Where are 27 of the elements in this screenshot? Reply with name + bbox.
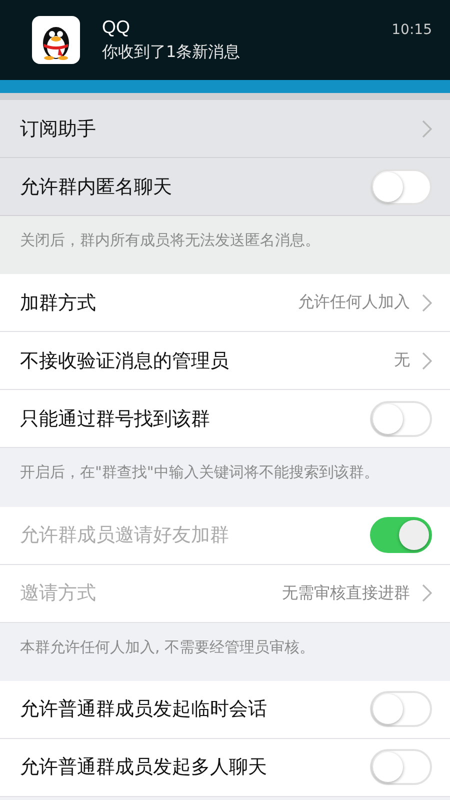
settings-row[interactable]: 加群方式 允许任何人加入 [0, 274, 450, 332]
chevron-icon [422, 352, 432, 370]
settings-row[interactable]: 订阅助手 [0, 100, 450, 158]
row-label: 不接收验证消息的管理员 [20, 348, 230, 374]
notification-message: 你收到了1条新消息 [102, 42, 242, 63]
row-label: 只能通过群号找到该群 [20, 406, 211, 432]
row-label: 加群方式 [20, 290, 97, 316]
settings-row[interactable]: 不接收验证消息的管理员 无 [0, 332, 450, 390]
notification-banner[interactable]: QQ 你收到了1条新消息 10:15 [0, 0, 450, 80]
chevron-icon [422, 584, 432, 602]
chevron-icon [422, 294, 432, 312]
row-label: 允许群内匿名聊天 [20, 174, 173, 200]
notification-time: 10:15 [392, 22, 432, 38]
chevron-icon [422, 120, 432, 138]
row-label: 订阅助手 [20, 116, 97, 142]
app-name: QQ [102, 17, 132, 38]
row-value: 无需审核直接进群 [282, 582, 410, 604]
row-label: 允许普通群成员发起临时会话 [20, 697, 268, 722]
row-label: 允许普通群成员发起多人聊天 [20, 755, 268, 780]
hint-text: 关闭后，群内所有成员将无法发送匿名消息。 [20, 231, 320, 249]
hint-text: 本群允许任何人加入, 不需要经管理员审核。 [20, 638, 315, 656]
row-value: 允许任何人加入 [298, 292, 410, 314]
row-label: 允许群成员邀请好友加群 [20, 523, 230, 548]
penguin-icon [32, 16, 80, 64]
hint-text: 开启后，在"群查找"中输入关键词将不能搜索到该群。 [20, 463, 379, 482]
row-value: 无 [394, 350, 410, 372]
row-label: 邀请方式 [20, 581, 97, 606]
